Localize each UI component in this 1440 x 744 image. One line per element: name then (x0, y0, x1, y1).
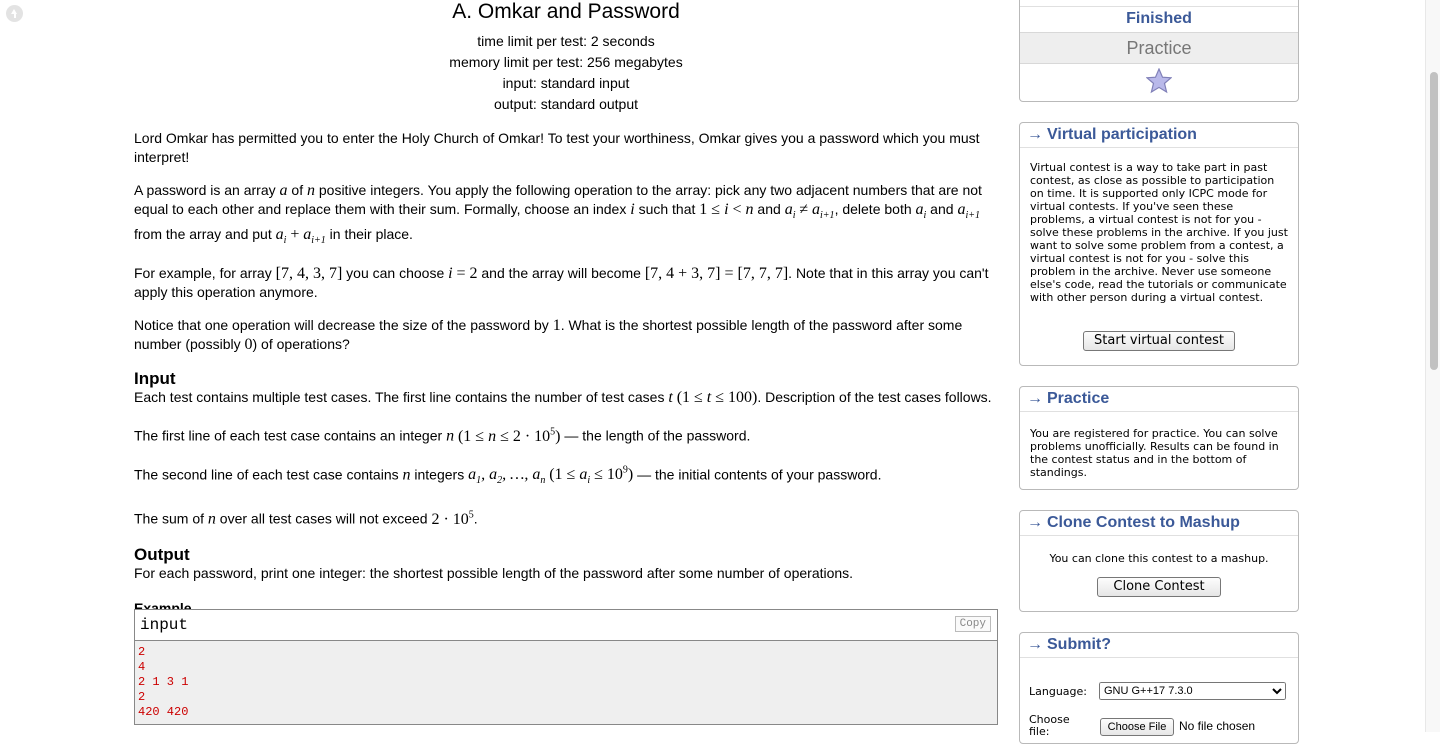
time-limit: time limit per test: 2 seconds (477, 33, 655, 49)
output-section-title: Output (134, 544, 190, 564)
clone-contest-text: You can clone this contest to a mashup. (1049, 552, 1269, 565)
input-paragraph-2: The first line of each test case contain… (134, 426, 751, 445)
sample-input-label: input (140, 616, 189, 634)
virtual-participation-text: Virtual contest is a way to take part in… (1030, 161, 1288, 304)
mode-practice: Practice (1126, 38, 1192, 58)
language-label: Language: (1029, 685, 1087, 698)
problem-statement: A. Omkar and Password time limit per tes… (134, 0, 998, 616)
output-spec: output: standard output (494, 96, 638, 112)
memory-limit: memory limit per test: 256 megabytes (449, 54, 683, 70)
problem-limits: time limit per test: 2 seconds memory li… (134, 31, 998, 115)
choose-file-label: Choose file: (1029, 713, 1070, 738)
practice-text: You are registered for practice. You can… (1030, 427, 1279, 479)
scrollbar-thumb[interactable] (1430, 72, 1438, 370)
input-paragraph-4: The sum of n over all test cases will no… (134, 509, 478, 528)
output-paragraph: For each password, print one integer: th… (134, 564, 854, 581)
input-paragraph-1: Each test contains multiple test cases. … (134, 389, 992, 407)
problem-title: A. Omkar and Password (452, 0, 680, 23)
arrow-icon: → (1027, 636, 1043, 653)
clone-contest-button[interactable]: Clone Contest (1097, 577, 1221, 597)
no-file-chosen-text: No file chosen (1179, 719, 1256, 733)
input-paragraph-3: The second line of each test case contai… (134, 464, 882, 487)
copy-button[interactable]: Copy (954, 616, 991, 632)
sample-line: 2 1 3 1 (138, 675, 189, 689)
practice-box: → Practice You are registered for practic… (1019, 386, 1299, 490)
sample-input-content: 2 4 2 1 3 1 2 420 420 (135, 641, 997, 724)
scroll-to-top-icon[interactable] (6, 5, 23, 22)
favourite-star-icon[interactable] (1146, 68, 1172, 94)
clone-contest-box: → Clone Contest to Mashup You can clone t… (1019, 510, 1299, 612)
clone-contest-title: → Clone Contest to Mashup (1020, 511, 1298, 536)
input-section-title: Input (134, 369, 176, 389)
contest-status-box: Finished Practice (1019, 0, 1299, 102)
arrow-icon: → (1027, 126, 1043, 143)
sample-line: 420 420 (138, 705, 189, 719)
arrow-icon: → (1027, 514, 1043, 531)
start-virtual-contest-button[interactable]: Start virtual contest (1083, 331, 1235, 351)
practice-title: → Practice (1020, 387, 1298, 412)
legend-paragraph-2: A password is an array a of n positive i… (134, 182, 982, 247)
practice-title-text: Practice (1047, 390, 1110, 407)
legend-paragraph-1: Lord Omkar has permitted you to enter th… (134, 130, 980, 165)
language-select[interactable]: GNU G++17 7.3.0 (1099, 682, 1286, 700)
legend-paragraph-3: For example, for array [7, 4, 3, 7] you … (134, 265, 989, 301)
status-finished: Finished (1126, 10, 1192, 27)
status-row: Finished (1020, 6, 1298, 31)
vertical-scrollbar[interactable] (1425, 0, 1440, 732)
virtual-participation-title: → Virtual participation (1020, 123, 1298, 148)
sample-input-block: input Copy 2 4 2 1 3 1 2 420 420 (134, 609, 998, 725)
input-spec: input: standard input (502, 75, 630, 91)
legend-paragraph-4: Notice that one operation will decrease … (134, 317, 963, 354)
sample-input-header: input Copy (135, 610, 997, 641)
arrow-icon: → (1027, 390, 1043, 407)
submit-title-text: Submit? (1047, 636, 1111, 653)
virtual-participation-title-text: Virtual participation (1047, 126, 1197, 143)
clone-contest-title-text: Clone Contest to Mashup (1047, 514, 1240, 531)
choose-file-button[interactable]: Choose File (1100, 718, 1174, 736)
virtual-participation-box: → Virtual participation Virtual contest i… (1019, 122, 1299, 366)
submit-title: → Submit? (1020, 633, 1298, 658)
sample-line: 2 (138, 645, 146, 659)
sample-line: 2 (138, 690, 146, 704)
sample-line: 4 (138, 660, 146, 674)
mode-row: Practice (1020, 32, 1298, 64)
submit-box: → Submit? Language: GNU G++17 7.3.0 Choos… (1019, 632, 1299, 744)
